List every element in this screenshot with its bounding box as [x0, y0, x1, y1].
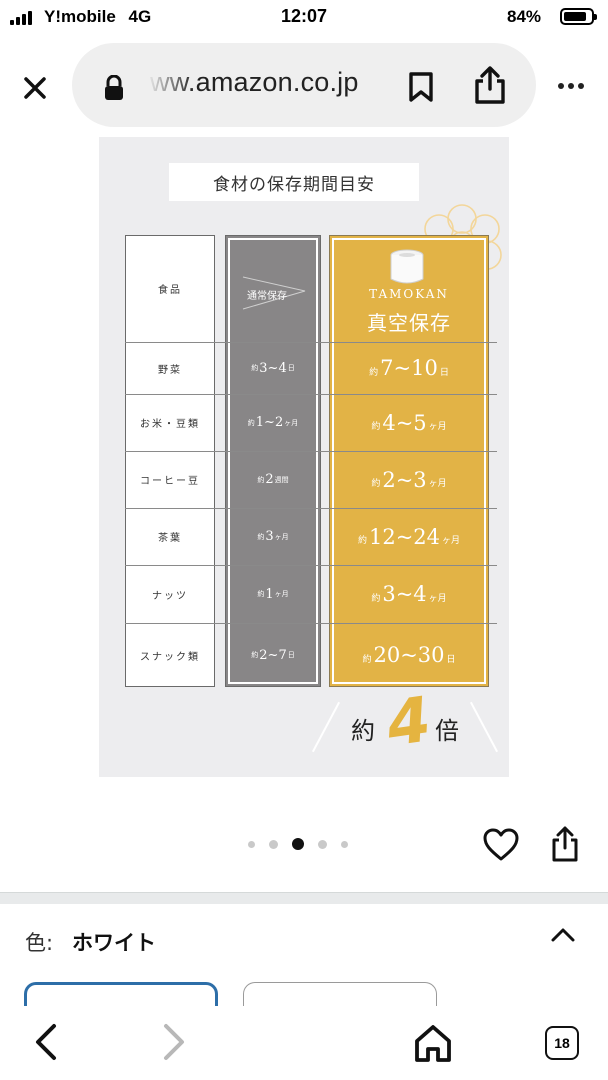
- badge-accent-line: [311, 701, 341, 753]
- food-name: スナック類: [140, 651, 200, 663]
- food-name: 野菜: [158, 364, 182, 376]
- header-vacuum: 真空保存: [367, 311, 451, 335]
- chevron-up-icon[interactable]: [546, 920, 580, 950]
- share-icon[interactable]: [470, 65, 510, 105]
- color-value: ホワイト: [72, 931, 156, 955]
- product-image[interactable]: 食材の保存期間目安 食品 通常保存 TAMOKAN 真空保存 野菜 お米・豆類 …: [99, 137, 509, 777]
- normal-period: 約 2 週間: [257, 472, 289, 487]
- close-icon: [24, 77, 46, 99]
- normal-period: 約 1~2 ヶ月: [247, 415, 299, 430]
- back-icon[interactable]: [26, 1020, 66, 1064]
- normal-period: 約 3~4 日: [251, 360, 295, 376]
- carousel-dot[interactable]: [269, 839, 278, 849]
- vacuum-period: 約 2~3 ヶ月: [371, 467, 447, 492]
- chart-title: 食材の保存期間目安: [169, 163, 419, 201]
- color-label: 色:: [25, 931, 54, 955]
- badge-number: 4: [382, 682, 436, 761]
- vacuum-period: 約 7~10 日: [369, 356, 449, 380]
- food-name: コーヒー豆: [140, 476, 200, 487]
- header-normal: 通常保存: [247, 291, 287, 302]
- vacuum-period: 約 4~5 ヶ月: [371, 410, 447, 435]
- battery-icon: [560, 8, 597, 25]
- tab-count: 18: [554, 1035, 570, 1051]
- badge-accent-line: [469, 701, 499, 753]
- vacuum-period: 約 3~4 ヶ月: [371, 582, 447, 606]
- bottom-toolbar: 18: [0, 1006, 608, 1080]
- vacuum-period: 約 12~24 ヶ月: [357, 524, 461, 549]
- container-jar-icon: [390, 249, 424, 284]
- forward-icon[interactable]: [154, 1020, 194, 1064]
- food-name: お米・豆類: [140, 419, 200, 430]
- food-name: 茶葉: [158, 533, 182, 544]
- close-button[interactable]: [14, 67, 56, 109]
- heart-icon[interactable]: [482, 826, 520, 864]
- lock-icon: [105, 75, 123, 100]
- normal-period: 約 2~7 日: [251, 647, 295, 663]
- carousel-dots[interactable]: [248, 838, 348, 850]
- carousel-dot[interactable]: [318, 839, 327, 849]
- badge-prefix: 約: [351, 717, 375, 745]
- battery-percent: 84%: [507, 7, 542, 26]
- food-name: ナッツ: [152, 590, 188, 602]
- carousel-dot[interactable]: [248, 840, 255, 848]
- vacuum-period: 約 20~30 日: [362, 643, 456, 667]
- carousel-dot-active[interactable]: [292, 838, 304, 850]
- tabs-button[interactable]: 18: [545, 1026, 579, 1060]
- carousel-dot[interactable]: [341, 840, 348, 848]
- bookmark-icon[interactable]: [406, 71, 436, 103]
- badge-suffix: 倍: [435, 717, 459, 745]
- url-bar[interactable]: ww.amazon.co.jp: [72, 43, 536, 127]
- brand-label: TAMOKAN: [369, 287, 449, 301]
- normal-period: 約 1 ヶ月: [257, 586, 289, 602]
- home-icon[interactable]: [412, 1022, 454, 1064]
- url-fade: [142, 63, 194, 107]
- share-icon[interactable]: [546, 824, 584, 864]
- header-food: 食品: [158, 285, 182, 296]
- more-icon[interactable]: [548, 66, 594, 106]
- normal-period: 約 3 ヶ月: [257, 529, 289, 544]
- status-bar: Y!mobile 4G 12:07 84%: [0, 0, 608, 36]
- section-divider: [0, 892, 608, 904]
- battery-fill: [564, 12, 586, 21]
